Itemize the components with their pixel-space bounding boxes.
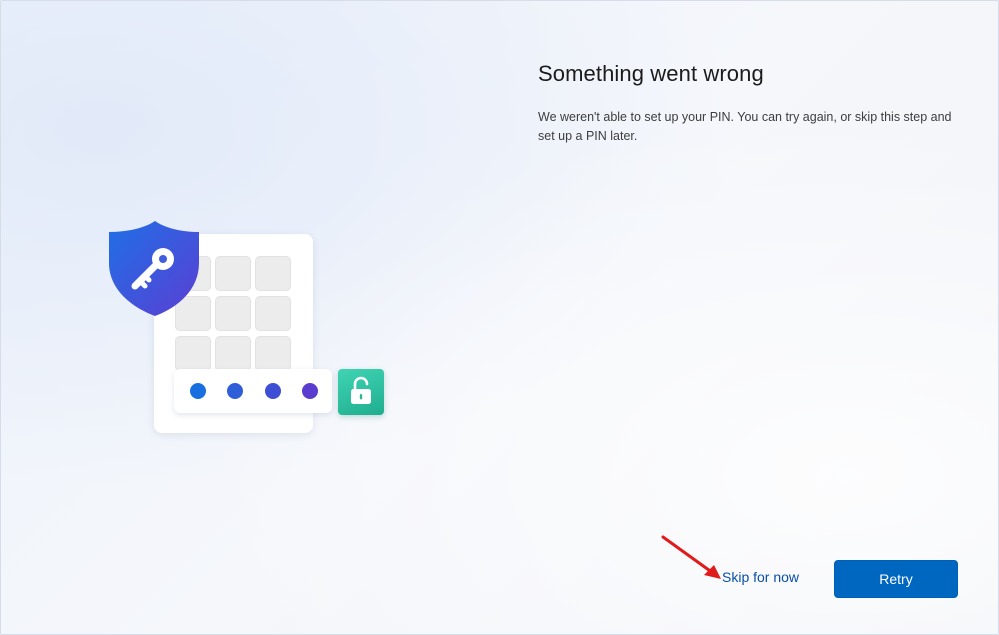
pin-dots-bar (174, 369, 332, 413)
retry-button[interactable]: Retry (834, 560, 958, 598)
keypad-key (215, 296, 251, 331)
keypad-key (255, 256, 291, 291)
pin-illustration (101, 213, 401, 443)
keypad-key (255, 336, 291, 371)
pin-dot (265, 383, 281, 399)
unlock-icon (338, 369, 384, 415)
keypad-key (215, 336, 251, 371)
error-message: We weren't able to set up your PIN. You … (538, 110, 952, 143)
pin-dot (190, 383, 206, 399)
keypad-key (215, 256, 251, 291)
annotation-arrow-icon (661, 535, 721, 579)
shield-key-icon (107, 219, 203, 319)
page-title: Something went wrong (538, 61, 764, 86)
keypad-key (255, 296, 291, 331)
skip-for-now-link[interactable]: Skip for now (722, 569, 799, 585)
pin-dot (227, 383, 243, 399)
pin-dot (302, 383, 318, 399)
keypad-key (175, 336, 211, 371)
setup-window: Something went wrong We weren't able to … (0, 0, 999, 635)
